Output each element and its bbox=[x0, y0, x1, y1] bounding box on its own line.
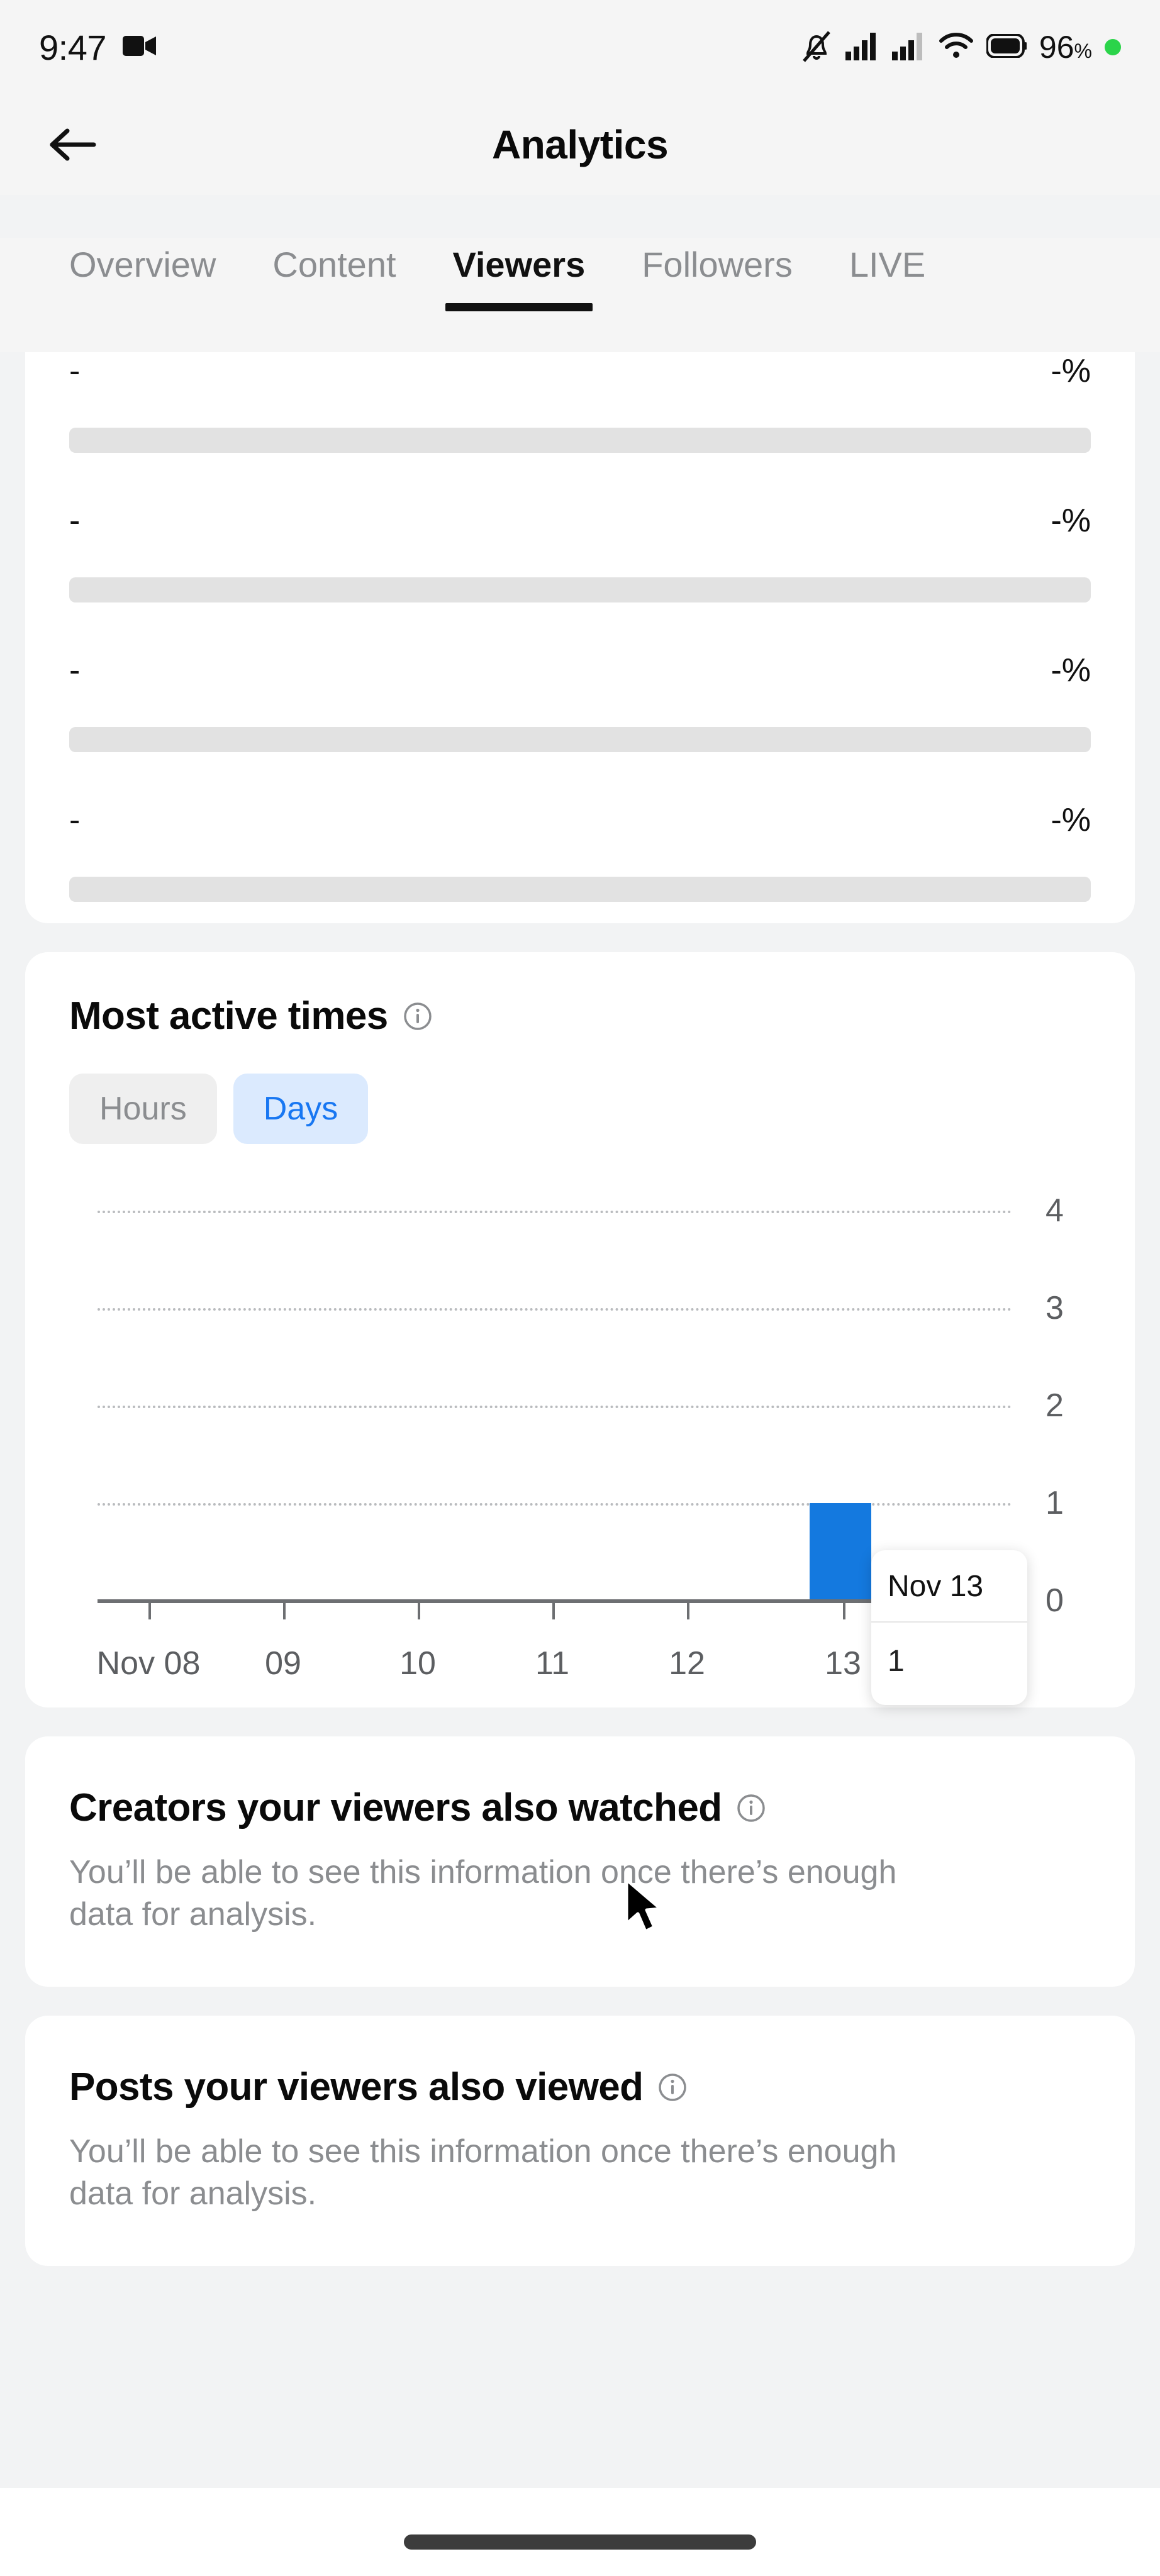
placeholder-key: - bbox=[69, 353, 81, 389]
x-label-1: 09 bbox=[265, 1645, 301, 1682]
y-tick-3: 3 bbox=[1046, 1290, 1064, 1326]
tab-live[interactable]: LIVE bbox=[849, 238, 925, 311]
x-tick-0 bbox=[148, 1603, 151, 1619]
y-tick-4: 4 bbox=[1046, 1192, 1064, 1229]
segment-days[interactable]: Days bbox=[233, 1074, 369, 1144]
placeholder-key: - bbox=[69, 802, 81, 838]
arrow-left-icon bbox=[50, 128, 96, 161]
placeholder-row-4: - -% bbox=[25, 801, 1135, 902]
x-tick-5 bbox=[843, 1603, 845, 1619]
scroll-content[interactable]: - -% - -% - -% - -% Most active times Ho… bbox=[0, 352, 1160, 2576]
x-tick-3 bbox=[552, 1603, 555, 1619]
gridline-2 bbox=[98, 1406, 1012, 1408]
bar-nov-13[interactable] bbox=[810, 1503, 871, 1601]
tooltip-date: Nov 13 bbox=[888, 1570, 984, 1603]
x-label-5: 13 bbox=[825, 1645, 861, 1682]
video-camera-icon bbox=[123, 33, 157, 62]
x-label-3: 11 bbox=[535, 1645, 569, 1682]
placeholder-value: -% bbox=[1051, 502, 1091, 539]
status-time: 9:47 bbox=[39, 27, 107, 67]
segment-hours[interactable]: Hours bbox=[69, 1074, 217, 1144]
info-circle-icon[interactable] bbox=[658, 2073, 687, 2102]
demographics-placeholder-card: - -% - -% - -% - -% bbox=[25, 352, 1135, 923]
status-bar-right: 96% bbox=[800, 28, 1121, 67]
silent-mode-icon bbox=[800, 28, 833, 67]
placeholder-bar bbox=[69, 727, 1091, 752]
posts-card-title: Posts your viewers also viewed bbox=[69, 2065, 644, 2109]
placeholder-bar bbox=[69, 428, 1091, 453]
x-label-4: 12 bbox=[669, 1645, 705, 1682]
creators-card-title: Creators your viewers also watched bbox=[69, 1786, 722, 1829]
creators-card-description: You’ll be able to see this information o… bbox=[69, 1854, 897, 1933]
app-header: Analytics bbox=[0, 94, 1160, 195]
battery-percent: 96% bbox=[1039, 30, 1092, 65]
tab-viewers[interactable]: Viewers bbox=[445, 238, 593, 311]
tab-content[interactable]: Content bbox=[272, 238, 396, 311]
placeholder-row-2: - -% bbox=[25, 502, 1135, 602]
active-times-bar-chart[interactable]: 4 3 2 1 0 Nov 08 09 10 11 12 13 Nov 13 1 bbox=[25, 1192, 1135, 1707]
gridline-1 bbox=[98, 1503, 1012, 1506]
battery-icon bbox=[985, 33, 1027, 61]
placeholder-value: -% bbox=[1051, 353, 1091, 389]
placeholder-key: - bbox=[69, 502, 81, 539]
most-active-times-card: Most active times Hours Days 4 3 2 1 0 N… bbox=[25, 952, 1135, 1707]
placeholder-value: -% bbox=[1051, 802, 1091, 838]
placeholder-bar bbox=[69, 577, 1091, 602]
back-button[interactable] bbox=[44, 116, 101, 173]
time-granularity-toggle[interactable]: Hours Days bbox=[69, 1074, 1091, 1144]
placeholder-key: - bbox=[69, 652, 81, 689]
recording-dot-icon bbox=[1105, 39, 1121, 55]
chart-plot-area bbox=[98, 1211, 1012, 1601]
cellular-signal-1-icon bbox=[845, 31, 879, 64]
home-indicator-bar[interactable] bbox=[404, 2534, 756, 2550]
posts-card-description: You’ll be able to see this information o… bbox=[69, 2133, 897, 2212]
info-circle-icon[interactable] bbox=[737, 1794, 766, 1823]
most-active-times-title: Most active times bbox=[69, 994, 388, 1038]
page-title: Analytics bbox=[491, 122, 669, 167]
placeholder-row-1: - -% bbox=[25, 352, 1135, 453]
y-tick-1: 1 bbox=[1046, 1485, 1064, 1521]
tab-followers[interactable]: Followers bbox=[642, 238, 793, 311]
tab-overview[interactable]: Overview bbox=[69, 238, 216, 311]
x-label-2: 10 bbox=[399, 1645, 436, 1682]
tooltip-value: 1 bbox=[888, 1645, 905, 1678]
x-label-0: Nov 08 bbox=[96, 1645, 201, 1682]
placeholder-value: -% bbox=[1051, 652, 1091, 689]
gridline-3 bbox=[98, 1308, 1012, 1311]
chart-tooltip: Nov 13 1 bbox=[871, 1550, 1027, 1705]
status-bar-left: 9:47 bbox=[39, 27, 157, 68]
y-tick-2: 2 bbox=[1046, 1387, 1064, 1424]
phone-screen: 9:47 96% Analytics Overview Content View… bbox=[0, 0, 1160, 2576]
info-circle-icon[interactable] bbox=[403, 1002, 432, 1031]
placeholder-bar bbox=[69, 877, 1091, 902]
home-indicator-area bbox=[0, 2488, 1160, 2576]
status-bar: 9:47 96% bbox=[0, 0, 1160, 94]
most-active-times-header: Most active times Hours Days bbox=[25, 952, 1135, 1144]
y-tick-0: 0 bbox=[1046, 1582, 1064, 1619]
posts-also-viewed-card: Posts your viewers also viewed You’ll be… bbox=[25, 2016, 1135, 2267]
creators-also-watched-card: Creators your viewers also watched You’l… bbox=[25, 1736, 1135, 1987]
wifi-icon bbox=[939, 32, 974, 63]
x-tick-4 bbox=[687, 1603, 689, 1619]
placeholder-row-3: - -% bbox=[25, 652, 1135, 752]
mouse-cursor bbox=[623, 1877, 667, 1940]
cellular-signal-2-icon bbox=[891, 31, 926, 64]
gridline-4 bbox=[98, 1211, 1012, 1213]
tab-bar[interactable]: Overview Content Viewers Followers LIVE bbox=[0, 238, 1160, 352]
x-tick-2 bbox=[418, 1603, 420, 1619]
x-tick-1 bbox=[283, 1603, 286, 1619]
